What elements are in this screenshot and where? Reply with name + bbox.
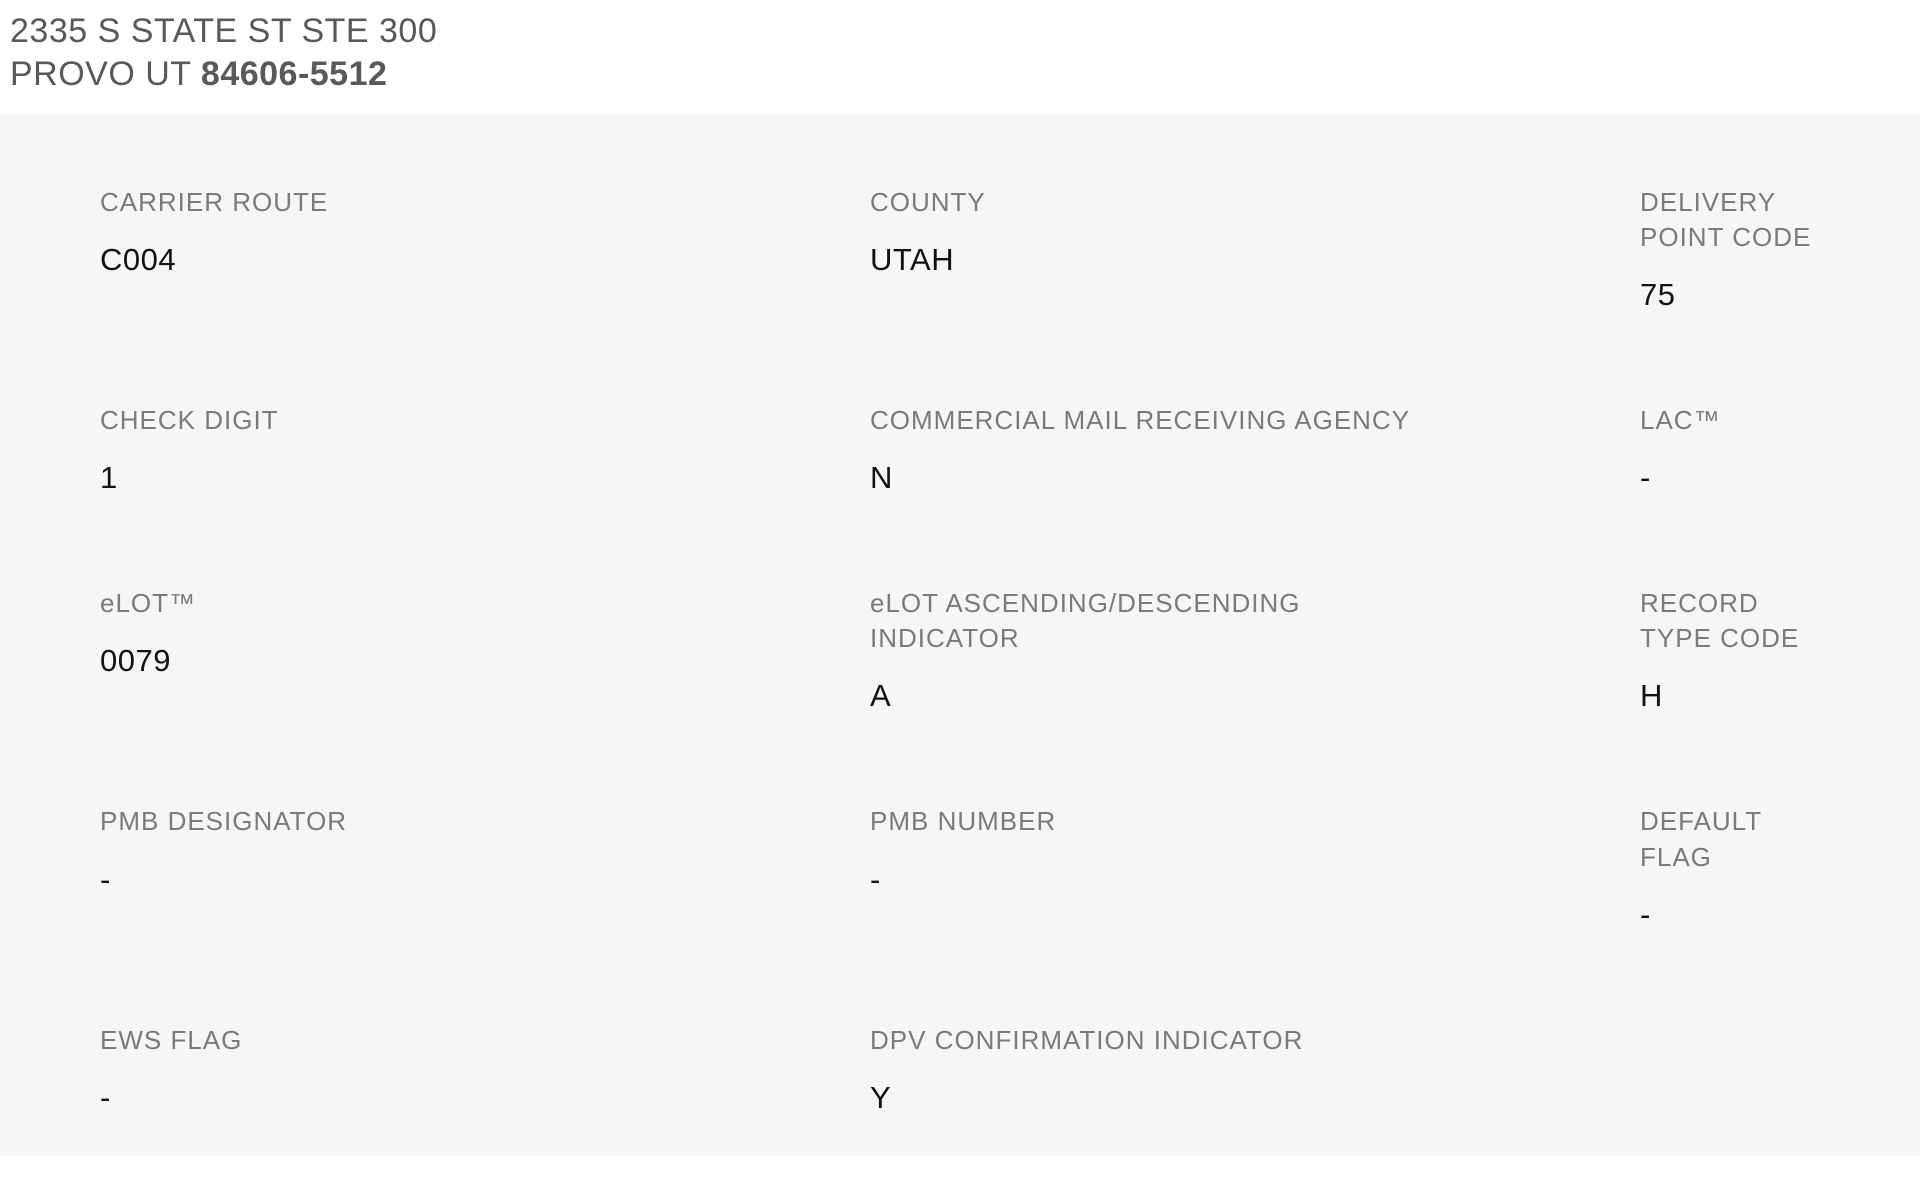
field-label: CHECK DIGIT bbox=[100, 403, 870, 438]
field-value: UTAH bbox=[870, 242, 1640, 278]
field-elot-ascending-descending: eLOT ASCENDING/DESCENDING INDICATOR A bbox=[870, 586, 1640, 714]
address-zip: 84606-5512 bbox=[201, 55, 388, 93]
field-label: LAC™ bbox=[1640, 403, 1820, 438]
field-value: N bbox=[870, 460, 1640, 496]
field-dpv-confirmation: DPV CONFIRMATION INDICATOR Y bbox=[870, 1023, 1640, 1116]
field-check-digit: CHECK DIGIT 1 bbox=[100, 403, 870, 496]
field-label: eLOT™ bbox=[100, 586, 870, 621]
field-value: - bbox=[100, 862, 870, 898]
address-line-1: 2335 S STATE ST STE 300 bbox=[10, 10, 1910, 53]
address-city-state: PROVO UT bbox=[10, 55, 201, 93]
field-value: 75 bbox=[1640, 277, 1820, 313]
field-record-type-code: RECORD TYPE CODE H bbox=[1640, 586, 1820, 714]
details-panel: CARRIER ROUTE C004 COUNTY UTAH DELIVERY … bbox=[0, 115, 1920, 1156]
field-county: COUNTY UTAH bbox=[870, 185, 1640, 313]
field-lac: LAC™ - bbox=[1640, 403, 1820, 496]
address-line-2: PROVO UT 84606-5512 bbox=[10, 53, 1910, 96]
field-label: DPV CONFIRMATION INDICATOR bbox=[870, 1023, 1640, 1058]
field-value: Y bbox=[870, 1080, 1640, 1116]
field-value: - bbox=[1640, 460, 1820, 496]
field-label: CARRIER ROUTE bbox=[100, 185, 870, 220]
field-ews-flag: EWS FLAG - bbox=[100, 1023, 870, 1116]
field-delivery-point-code: DELIVERY POINT CODE 75 bbox=[1640, 185, 1820, 313]
field-value: - bbox=[1640, 897, 1820, 933]
field-value: A bbox=[870, 678, 1640, 714]
field-value: C004 bbox=[100, 242, 870, 278]
field-label: DEFAULT FLAG bbox=[1640, 804, 1820, 874]
field-value: 1 bbox=[100, 460, 870, 496]
details-grid: CARRIER ROUTE C004 COUNTY UTAH DELIVERY … bbox=[100, 185, 1820, 1116]
field-value: H bbox=[1640, 678, 1820, 714]
field-empty bbox=[1640, 1023, 1820, 1116]
field-value: - bbox=[100, 1080, 870, 1116]
address-header: 2335 S STATE ST STE 300 PROVO UT 84606-5… bbox=[0, 0, 1920, 115]
field-pmb-designator: PMB DESIGNATOR - bbox=[100, 804, 870, 932]
field-label: PMB NUMBER bbox=[870, 804, 1640, 839]
field-pmb-number: PMB NUMBER - bbox=[870, 804, 1640, 932]
field-label: COMMERCIAL MAIL RECEIVING AGENCY bbox=[870, 403, 1640, 438]
field-value: 0079 bbox=[100, 643, 870, 679]
field-label: PMB DESIGNATOR bbox=[100, 804, 870, 839]
field-label: RECORD TYPE CODE bbox=[1640, 586, 1820, 656]
field-label: eLOT ASCENDING/DESCENDING INDICATOR bbox=[870, 586, 1390, 656]
field-elot: eLOT™ 0079 bbox=[100, 586, 870, 714]
field-label: EWS FLAG bbox=[100, 1023, 870, 1058]
field-label: DELIVERY POINT CODE bbox=[1640, 185, 1820, 255]
field-cmra: COMMERCIAL MAIL RECEIVING AGENCY N bbox=[870, 403, 1640, 496]
field-label: COUNTY bbox=[870, 185, 1640, 220]
field-value: - bbox=[870, 862, 1640, 898]
field-default-flag: DEFAULT FLAG - bbox=[1640, 804, 1820, 932]
field-carrier-route: CARRIER ROUTE C004 bbox=[100, 185, 870, 313]
